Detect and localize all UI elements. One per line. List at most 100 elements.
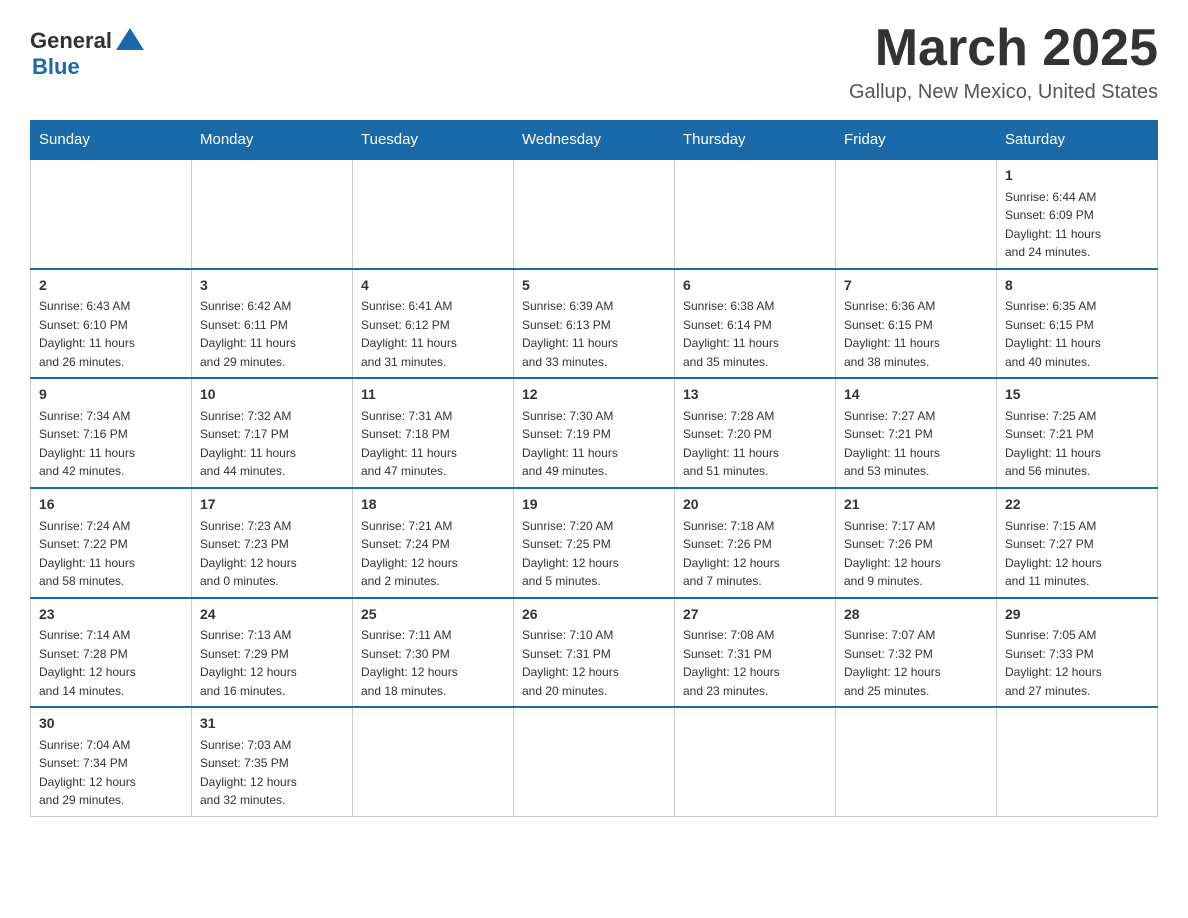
calendar-cell: 25Sunrise: 7:11 AMSunset: 7:30 PMDayligh… (353, 598, 514, 708)
weekday-header-row: SundayMondayTuesdayWednesdayThursdayFrid… (31, 121, 1158, 160)
calendar-cell: 2Sunrise: 6:43 AMSunset: 6:10 PMDaylight… (31, 269, 192, 379)
calendar-cell: 19 Sunrise: 7:20 AMSunset: 7:25 PMDayligh… (514, 488, 675, 598)
calendar-cell: 1Sunrise: 6:44 AMSunset: 6:09 PMDaylight… (997, 159, 1158, 269)
calendar-week-row: 16 Sunrise: 7:24 AMSunset: 7:22 PMDayligh… (31, 488, 1158, 598)
calendar-week-row: 2Sunrise: 6:43 AMSunset: 6:10 PMDaylight… (31, 269, 1158, 379)
calendar-cell: 10 Sunrise: 7:32 AMSunset: 7:17 PMDayligh… (192, 378, 353, 488)
day-number: 23 (39, 605, 183, 625)
logo-blue-text: Blue (32, 54, 80, 80)
day-info: Sunrise: 6:42 AMSunset: 6:11 PMDaylight:… (200, 299, 296, 369)
logo: General Blue (30, 28, 144, 80)
day-number: 8 (1005, 276, 1149, 296)
calendar-cell: 15 Sunrise: 7:25 AMSunset: 7:21 PMDayligh… (997, 378, 1158, 488)
calendar-cell: 31Sunrise: 7:03 AMSunset: 7:35 PMDayligh… (192, 707, 353, 816)
calendar-cell: 20 Sunrise: 7:18 AMSunset: 7:26 PMDayligh… (675, 488, 836, 598)
calendar-cell: 27 Sunrise: 7:08 AMSunset: 7:31 PMDayligh… (675, 598, 836, 708)
day-number: 12 (522, 385, 666, 405)
day-info: Sunrise: 7:17 AMSunset: 7:26 PMDaylight:… (844, 519, 941, 589)
logo-triangle-icon (116, 28, 144, 50)
calendar-cell (836, 159, 997, 269)
calendar-cell: 12 Sunrise: 7:30 AMSunset: 7:19 PMDayligh… (514, 378, 675, 488)
weekday-header-saturday: Saturday (997, 121, 1158, 160)
calendar-cell: 23Sunrise: 7:14 AMSunset: 7:28 PMDayligh… (31, 598, 192, 708)
calendar-body: 1Sunrise: 6:44 AMSunset: 6:09 PMDaylight… (31, 159, 1158, 816)
weekday-header-thursday: Thursday (675, 121, 836, 160)
day-number: 20 (683, 495, 827, 515)
day-info: Sunrise: 7:34 AMSunset: 7:16 PMDaylight:… (39, 409, 135, 479)
day-number: 21 (844, 495, 988, 515)
weekday-header-tuesday: Tuesday (353, 121, 514, 160)
calendar-cell: 5Sunrise: 6:39 AMSunset: 6:13 PMDaylight… (514, 269, 675, 379)
calendar-cell: 14Sunrise: 7:27 AMSunset: 7:21 PMDayligh… (836, 378, 997, 488)
day-info: Sunrise: 7:18 AMSunset: 7:26 PMDaylight:… (683, 519, 780, 589)
day-info: Sunrise: 7:05 AMSunset: 7:33 PMDaylight:… (1005, 628, 1102, 698)
day-number: 18 (361, 495, 505, 515)
calendar-cell: 13 Sunrise: 7:28 AMSunset: 7:20 PMDayligh… (675, 378, 836, 488)
day-number: 7 (844, 276, 988, 296)
day-number: 2 (39, 276, 183, 296)
day-info: Sunrise: 7:15 AMSunset: 7:27 PMDaylight:… (1005, 519, 1102, 589)
day-info: Sunrise: 6:38 AMSunset: 6:14 PMDaylight:… (683, 299, 779, 369)
day-info: Sunrise: 7:25 AMSunset: 7:21 PMDaylight:… (1005, 409, 1101, 479)
day-number: 30 (39, 714, 183, 734)
day-number: 11 (361, 385, 505, 405)
day-number: 28 (844, 605, 988, 625)
day-info: Sunrise: 7:24 AMSunset: 7:22 PMDaylight:… (39, 519, 135, 589)
day-info: Sunrise: 7:08 AMSunset: 7:31 PMDaylight:… (683, 628, 780, 698)
calendar-cell (353, 707, 514, 816)
day-info: Sunrise: 7:13 AMSunset: 7:29 PMDaylight:… (200, 628, 297, 698)
day-number: 10 (200, 385, 344, 405)
calendar-cell: 3Sunrise: 6:42 AMSunset: 6:11 PMDaylight… (192, 269, 353, 379)
calendar-cell: 29 Sunrise: 7:05 AMSunset: 7:33 PMDayligh… (997, 598, 1158, 708)
calendar-week-row: 1Sunrise: 6:44 AMSunset: 6:09 PMDaylight… (31, 159, 1158, 269)
month-title: March 2025 (849, 20, 1158, 77)
day-info: Sunrise: 7:20 AMSunset: 7:25 PMDaylight:… (522, 519, 619, 589)
day-number: 27 (683, 605, 827, 625)
day-info: Sunrise: 7:04 AMSunset: 7:34 PMDaylight:… (39, 738, 136, 808)
day-info: Sunrise: 7:07 AMSunset: 7:32 PMDaylight:… (844, 628, 941, 698)
day-number: 22 (1005, 495, 1149, 515)
calendar-cell (675, 707, 836, 816)
day-info: Sunrise: 6:41 AMSunset: 6:12 PMDaylight:… (361, 299, 457, 369)
day-number: 15 (1005, 385, 1149, 405)
weekday-header-sunday: Sunday (31, 121, 192, 160)
calendar-cell: 11Sunrise: 7:31 AMSunset: 7:18 PMDayligh… (353, 378, 514, 488)
day-number: 16 (39, 495, 183, 515)
day-number: 31 (200, 714, 344, 734)
day-info: Sunrise: 6:36 AMSunset: 6:15 PMDaylight:… (844, 299, 940, 369)
location-subtitle: Gallup, New Mexico, United States (849, 81, 1158, 104)
calendar-cell: 8Sunrise: 6:35 AMSunset: 6:15 PMDaylight… (997, 269, 1158, 379)
day-number: 4 (361, 276, 505, 296)
day-number: 29 (1005, 605, 1149, 625)
calendar-cell (997, 707, 1158, 816)
day-number: 14 (844, 385, 988, 405)
calendar-cell (192, 159, 353, 269)
calendar-cell: 4 Sunrise: 6:41 AMSunset: 6:12 PMDaylight… (353, 269, 514, 379)
day-info: Sunrise: 7:32 AMSunset: 7:17 PMDaylight:… (200, 409, 296, 479)
calendar-cell: 22 Sunrise: 7:15 AMSunset: 7:27 PMDayligh… (997, 488, 1158, 598)
day-number: 26 (522, 605, 666, 625)
calendar-cell (353, 159, 514, 269)
weekday-header-wednesday: Wednesday (514, 121, 675, 160)
calendar-week-row: 23Sunrise: 7:14 AMSunset: 7:28 PMDayligh… (31, 598, 1158, 708)
calendar-cell (675, 159, 836, 269)
calendar-cell: 7 Sunrise: 6:36 AMSunset: 6:15 PMDaylight… (836, 269, 997, 379)
calendar-cell: 17 Sunrise: 7:23 AMSunset: 7:23 PMDayligh… (192, 488, 353, 598)
calendar-cell: 28 Sunrise: 7:07 AMSunset: 7:32 PMDayligh… (836, 598, 997, 708)
day-info: Sunrise: 7:30 AMSunset: 7:19 PMDaylight:… (522, 409, 618, 479)
day-number: 17 (200, 495, 344, 515)
day-number: 24 (200, 605, 344, 625)
day-number: 19 (522, 495, 666, 515)
day-number: 6 (683, 276, 827, 296)
title-area: March 2025 Gallup, New Mexico, United St… (849, 20, 1158, 104)
day-info: Sunrise: 7:28 AMSunset: 7:20 PMDaylight:… (683, 409, 779, 479)
calendar-table: SundayMondayTuesdayWednesdayThursdayFrid… (30, 120, 1158, 817)
calendar-cell: 21 Sunrise: 7:17 AMSunset: 7:26 PMDayligh… (836, 488, 997, 598)
day-number: 13 (683, 385, 827, 405)
day-info: Sunrise: 7:23 AMSunset: 7:23 PMDaylight:… (200, 519, 297, 589)
day-info: Sunrise: 7:11 AMSunset: 7:30 PMDaylight:… (361, 628, 458, 698)
calendar-header: SundayMondayTuesdayWednesdayThursdayFrid… (31, 121, 1158, 160)
weekday-header-monday: Monday (192, 121, 353, 160)
calendar-cell: 24 Sunrise: 7:13 AMSunset: 7:29 PMDayligh… (192, 598, 353, 708)
calendar-cell: 16 Sunrise: 7:24 AMSunset: 7:22 PMDayligh… (31, 488, 192, 598)
